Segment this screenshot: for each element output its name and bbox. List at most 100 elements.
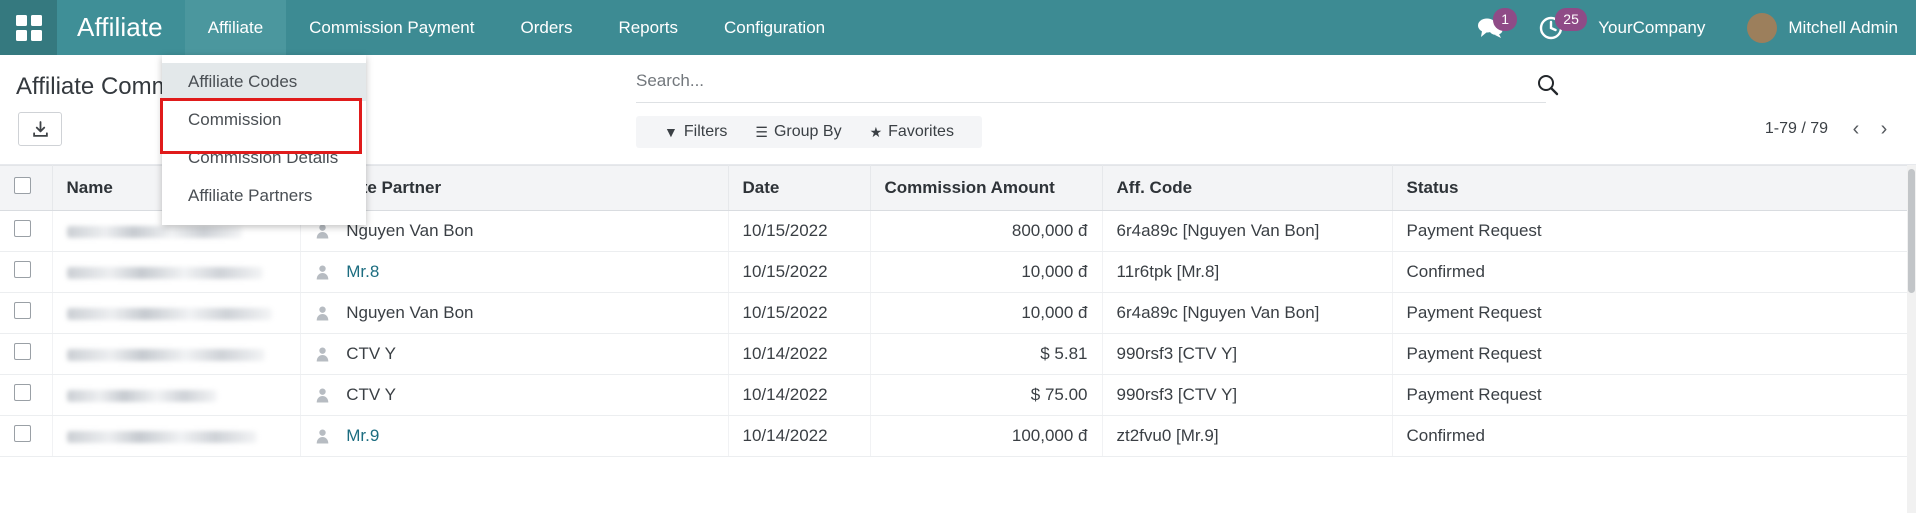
dropdown-item-affiliate-codes[interactable]: Affiliate Codes [162, 63, 366, 101]
main-menu: Affiliate Commission Payment Orders Repo… [184, 0, 848, 55]
hamburger-icon: ☰ [755, 123, 768, 140]
cell-status: Payment Request [1392, 210, 1916, 252]
row-checkbox[interactable] [14, 220, 31, 237]
cell-amount: $ 5.81 [870, 333, 1103, 375]
redacted-name [66, 266, 263, 279]
menu-item-orders[interactable]: Orders [497, 0, 595, 55]
cell-amount: 800,000 đ [870, 210, 1103, 252]
partner-name: Mr.9 [346, 426, 380, 445]
download-icon [32, 120, 48, 137]
row-checkbox[interactable] [14, 343, 31, 360]
search-icon[interactable] [1536, 73, 1560, 102]
cell-partner: Mr.8 [300, 251, 729, 293]
apps-grid-icon [15, 14, 42, 41]
avatar [1747, 12, 1778, 43]
user-icon [316, 265, 328, 280]
select-all-checkbox[interactable] [14, 177, 31, 194]
cell-status: Confirmed [1392, 251, 1916, 293]
cell-amount: 100,000 đ [870, 415, 1103, 457]
row-checkbox-cell[interactable] [0, 374, 53, 416]
search-view: ▼ Filters ☰ Group By ★ Favorites [636, 71, 1559, 148]
cell-aff-code: 11r6tpk [Mr.8] [1102, 251, 1393, 293]
activities-badge: 25 [1555, 8, 1587, 31]
dropdown-item-commission[interactable]: Commission [162, 101, 366, 139]
redacted-name [66, 225, 242, 238]
pager-next-button[interactable]: › [1870, 115, 1898, 143]
cell-partner: Mr.9 [300, 415, 729, 457]
header-status[interactable]: Status [1392, 165, 1916, 211]
row-checkbox-cell[interactable] [0, 251, 53, 293]
cell-name [52, 374, 301, 416]
header-commission-amount[interactable]: Commission Amount [870, 165, 1103, 211]
group-by-dropdown[interactable]: ☰ Group By [741, 121, 855, 143]
filter-bar: ▼ Filters ☰ Group By ★ Favorites [636, 116, 982, 148]
vertical-scrollbar[interactable] [1907, 165, 1916, 513]
menu-item-configuration[interactable]: Configuration [701, 0, 848, 55]
dropdown-item-affiliate-partners[interactable]: Affiliate Partners [162, 177, 366, 215]
cell-date: 10/15/2022 [728, 292, 871, 334]
cell-amount: 10,000 đ [870, 251, 1103, 293]
table-row[interactable]: Mr.8 10/15/2022 10,000 đ 11r6tpk [Mr.8] … [0, 251, 1916, 293]
dropdown-item-commission-details[interactable]: Commission Details [162, 139, 366, 177]
cell-name [52, 333, 301, 375]
search-line [636, 71, 1546, 103]
user-icon [316, 306, 328, 321]
header-date[interactable]: Date [728, 165, 871, 211]
cell-date: 10/14/2022 [728, 333, 871, 375]
row-checkbox-cell[interactable] [0, 292, 53, 334]
table-body: Nguyen Van Bon 10/15/2022 800,000 đ 6r4a… [0, 210, 1916, 457]
row-checkbox[interactable] [14, 425, 31, 442]
table-row[interactable]: Nguyen Van Bon 10/15/2022 10,000 đ 6r4a8… [0, 292, 1916, 334]
partner-name: Mr.8 [346, 262, 380, 281]
pager-previous-button[interactable]: ‹ [1842, 115, 1870, 143]
cell-aff-code: zt2fvu0 [Mr.9] [1102, 415, 1393, 457]
cell-partner: Nguyen Van Bon [300, 292, 729, 334]
user-icon [316, 429, 328, 444]
company-switcher[interactable]: YourCompany [1598, 18, 1705, 38]
user-menu[interactable]: Mitchell Admin [1747, 12, 1898, 43]
header-aff-code[interactable]: Aff. Code [1102, 165, 1393, 211]
messages-button[interactable]: 1 [1476, 0, 1518, 55]
apps-menu-button[interactable] [0, 0, 57, 55]
table-row[interactable]: CTV Y 10/14/2022 $ 5.81 990rsf3 [CTV Y] … [0, 333, 1916, 375]
row-checkbox[interactable] [14, 302, 31, 319]
table-row[interactable]: CTV Y 10/14/2022 $ 75.00 990rsf3 [CTV Y]… [0, 374, 1916, 416]
redacted-name [66, 430, 257, 443]
scrollbar-thumb[interactable] [1908, 169, 1915, 293]
cell-status: Confirmed [1392, 415, 1916, 457]
search-input[interactable] [636, 71, 1546, 91]
menu-item-affiliate[interactable]: Affiliate [184, 0, 287, 55]
pager-count: 1-79 / 79 [1764, 120, 1828, 137]
menu-item-commission-payment[interactable]: Commission Payment [286, 0, 497, 55]
funnel-icon: ▼ [664, 124, 678, 140]
header-select-all[interactable] [0, 165, 53, 211]
cell-status: Payment Request [1392, 292, 1916, 334]
user-icon [316, 347, 328, 362]
table-row[interactable]: Mr.9 10/14/2022 100,000 đ zt2fvu0 [Mr.9]… [0, 415, 1916, 457]
activities-button[interactable]: 25 [1538, 0, 1587, 55]
row-checkbox[interactable] [14, 384, 31, 401]
row-checkbox-cell[interactable] [0, 210, 53, 252]
export-button[interactable] [18, 112, 62, 146]
cell-date: 10/15/2022 [728, 210, 871, 252]
favorites-dropdown[interactable]: ★ Favorites [856, 121, 968, 143]
user-name: Mitchell Admin [1788, 17, 1898, 37]
navbar-right-zone: 1 25 YourCompany Mitchell Admin [1476, 0, 1916, 55]
group-by-label: Group By [773, 123, 842, 140]
control-panel-buttons [18, 112, 62, 146]
filters-dropdown[interactable]: ▼ Filters [650, 121, 741, 143]
cell-name [52, 251, 301, 293]
cell-aff-code: 990rsf3 [CTV Y] [1102, 333, 1393, 375]
top-navbar: Affiliate Affiliate Commission Payment O… [0, 0, 1916, 55]
row-checkbox-cell[interactable] [0, 415, 53, 457]
cell-date: 10/14/2022 [728, 415, 871, 457]
redacted-name [66, 389, 217, 402]
favorites-label: Favorites [888, 123, 954, 140]
app-brand[interactable]: Affiliate [57, 0, 185, 55]
menu-item-reports[interactable]: Reports [595, 0, 701, 55]
user-icon [316, 388, 328, 403]
row-checkbox[interactable] [14, 261, 31, 278]
cell-status: Payment Request [1392, 333, 1916, 375]
row-checkbox-cell[interactable] [0, 333, 53, 375]
cell-partner: CTV Y [300, 374, 729, 416]
